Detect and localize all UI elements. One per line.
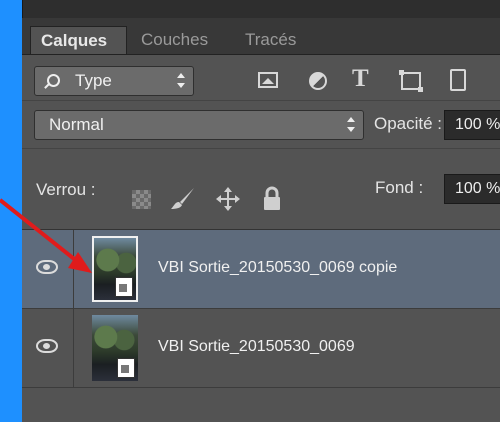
opacity-label: Opacité : <box>374 114 443 133</box>
lock-all-icon[interactable] <box>262 186 282 212</box>
tab-traces[interactable]: Tracés <box>235 26 320 54</box>
annotation-arrow <box>0 198 92 273</box>
layer-row[interactable]: VBI Sortie_20150530_0069 <box>22 309 500 387</box>
tab-couches[interactable]: Couches <box>131 26 228 54</box>
fill-input[interactable]: 100 % <box>444 174 500 204</box>
fill-label: Fond : <box>375 178 424 197</box>
opacity-input[interactable]: 100 % <box>444 110 500 140</box>
smart-object-filter-icon[interactable] <box>450 69 466 91</box>
adjustment-filter-icon[interactable] <box>309 72 327 90</box>
shape-filter-icon[interactable] <box>399 70 423 92</box>
visibility-toggle[interactable] <box>22 309 74 387</box>
smart-object-badge-icon <box>115 277 133 297</box>
smart-object-badge-icon <box>117 358 135 378</box>
image-filter-icon[interactable] <box>258 72 278 88</box>
lock-transparent-pixels-icon[interactable] <box>132 190 151 209</box>
eye-icon <box>36 339 58 353</box>
lock-position-icon[interactable] <box>215 186 241 212</box>
updown-arrows-icon <box>177 73 185 89</box>
lock-image-pixels-icon[interactable] <box>170 187 196 211</box>
updown-arrows-icon <box>347 117 355 133</box>
layer-thumbnail <box>92 315 138 381</box>
layer-name: VBI Sortie_20150530_0069 copie <box>158 259 398 276</box>
type-filter-icon[interactable]: T <box>352 65 369 92</box>
layer-name: VBI Sortie_20150530_0069 <box>158 338 355 355</box>
